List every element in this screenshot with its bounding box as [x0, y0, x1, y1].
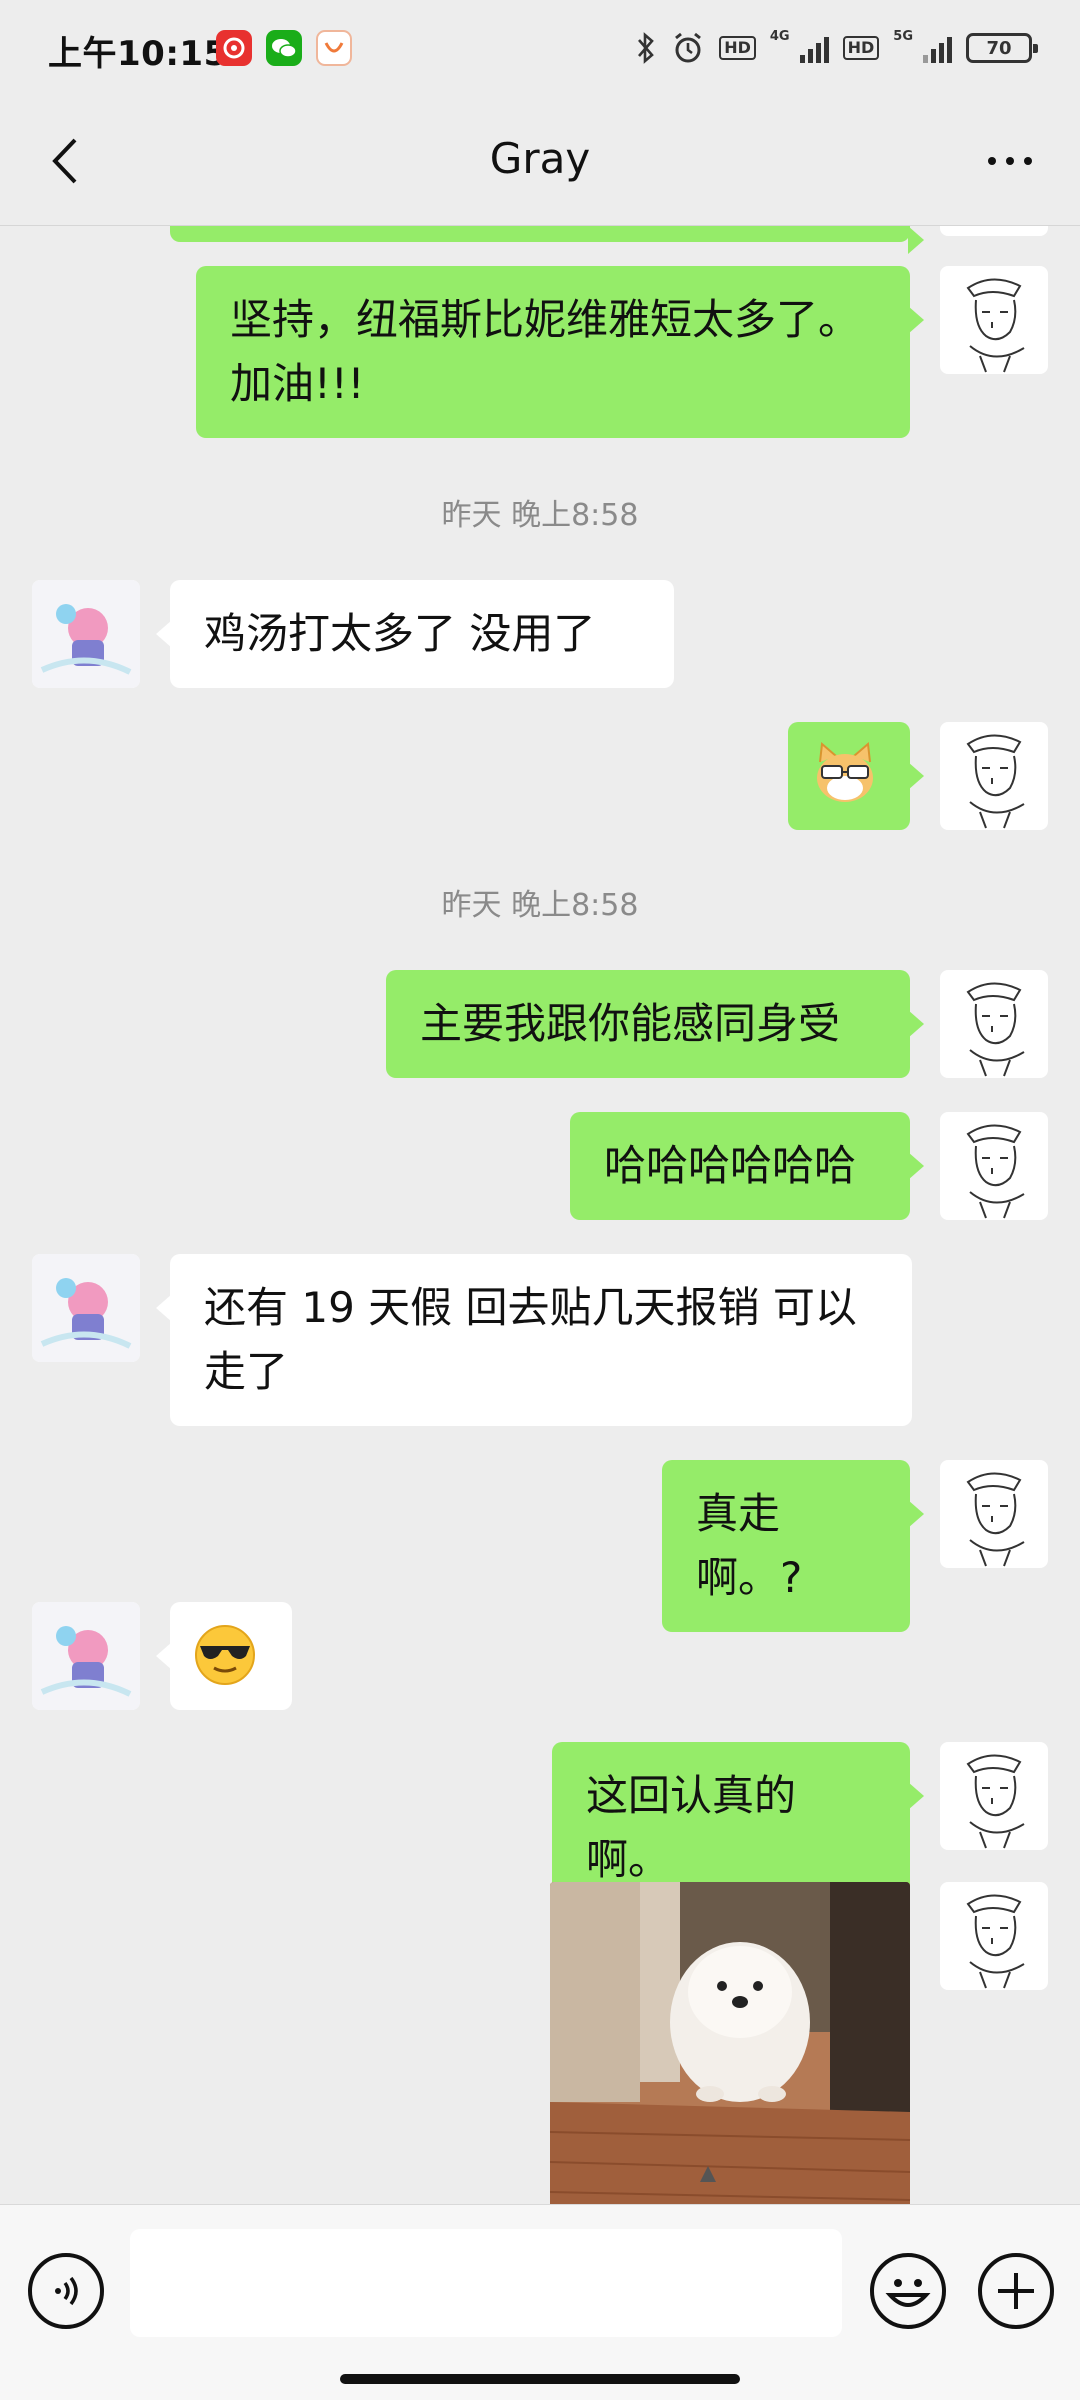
- signal-icon-2: [923, 33, 952, 63]
- chat-header: Gray: [0, 96, 1080, 226]
- message-text: 坚持，纽福斯比妮维雅短太多了。加油!!!: [230, 295, 861, 408]
- more-dot-icon: [1024, 157, 1032, 165]
- signal-icon-1: [799, 33, 829, 63]
- battery-icon: 70: [966, 33, 1038, 63]
- wechat-icon: [266, 30, 302, 66]
- message-text: 这回认真的啊。: [586, 1771, 797, 1884]
- my-avatar[interactable]: [940, 266, 1048, 374]
- home-indicator[interactable]: [340, 2374, 740, 2384]
- more-functions-button[interactable]: [978, 2253, 1054, 2329]
- message-text: 鸡汤打太多了 没用了: [204, 609, 596, 658]
- my-avatar[interactable]: [940, 1742, 1048, 1850]
- plus-icon: [998, 2273, 1034, 2309]
- chat-title: Gray: [489, 134, 591, 183]
- status-bar: 上午10:15 HD 4G HD 5G 70: [0, 0, 1080, 96]
- smiley-icon: [885, 2279, 931, 2307]
- status-time: 上午10:15: [48, 34, 228, 74]
- message-bubble[interactable]: 真走啊。?: [662, 1460, 924, 1632]
- cat-glasses-emoji: [817, 742, 873, 802]
- sunglasses-emoji: [195, 1625, 255, 1685]
- didi-icon: [316, 30, 352, 66]
- message-text: 真走啊。?: [696, 1489, 803, 1602]
- network-4g-label: 4G: [769, 28, 790, 44]
- message-bubble[interactable]: 还有 19 天假 回去贴几天报销 可以走了: [156, 1254, 912, 1426]
- message-list[interactable]: 坚持，纽福斯比妮维雅短太多了。加油!!! 昨天 晚上8:58 鸡汤打太多了 没用…: [0, 226, 1080, 2204]
- bluetooth-icon: [638, 32, 655, 64]
- netease-music-icon: [216, 30, 252, 66]
- message-bubble[interactable]: 坚持，纽福斯比妮维雅短太多了。加油!!!: [196, 266, 924, 438]
- input-bar: [0, 2204, 1080, 2400]
- network-5g-label: 5G: [893, 28, 913, 44]
- message-bubble[interactable]: 主要我跟你能感同身受: [386, 970, 924, 1078]
- contact-avatar[interactable]: [32, 1602, 140, 1710]
- emoji-button[interactable]: [870, 2253, 946, 2329]
- more-dot-icon: [1006, 157, 1014, 165]
- more-dot-icon: [988, 157, 996, 165]
- message-text: 哈哈哈哈哈哈: [604, 1141, 857, 1190]
- message-bubble-previous[interactable]: [170, 226, 924, 254]
- hd-badge-1: HD: [719, 36, 756, 60]
- message-input[interactable]: [130, 2229, 842, 2337]
- battery-level: 70: [986, 37, 1012, 59]
- hd-badge-2: HD: [842, 36, 880, 60]
- voice-icon: [55, 2276, 78, 2306]
- timestamp: 昨天 晚上8:58: [441, 498, 639, 533]
- my-avatar[interactable]: [940, 1460, 1048, 1568]
- timestamp: 昨天 晚上8:58: [441, 888, 639, 923]
- message-bubble-emoji[interactable]: [156, 1602, 292, 1710]
- contact-avatar[interactable]: [32, 1254, 140, 1362]
- status-indicators: HD 4G HD 5G 70: [635, 28, 1038, 68]
- my-avatar[interactable]: [940, 1112, 1048, 1220]
- my-avatar[interactable]: [940, 970, 1048, 1078]
- alarm-icon: [675, 32, 702, 63]
- message-text: 还有 19 天假 回去贴几天报销 可以走了: [204, 1283, 857, 1396]
- message-bubble[interactable]: 哈哈哈哈哈哈: [570, 1112, 924, 1220]
- my-avatar[interactable]: [940, 226, 1048, 236]
- image-message[interactable]: [550, 1882, 910, 2204]
- puppy-photo: [550, 1882, 910, 2204]
- message-text: 主要我跟你能感同身受: [420, 999, 841, 1048]
- my-avatar[interactable]: [940, 1882, 1048, 1990]
- contact-avatar[interactable]: [32, 580, 140, 688]
- message-bubble-sticker[interactable]: [788, 722, 924, 830]
- more-options-button[interactable]: [970, 126, 1050, 196]
- message-bubble[interactable]: 鸡汤打太多了 没用了: [156, 580, 674, 688]
- voice-button[interactable]: [28, 2253, 104, 2329]
- my-avatar[interactable]: [940, 722, 1048, 830]
